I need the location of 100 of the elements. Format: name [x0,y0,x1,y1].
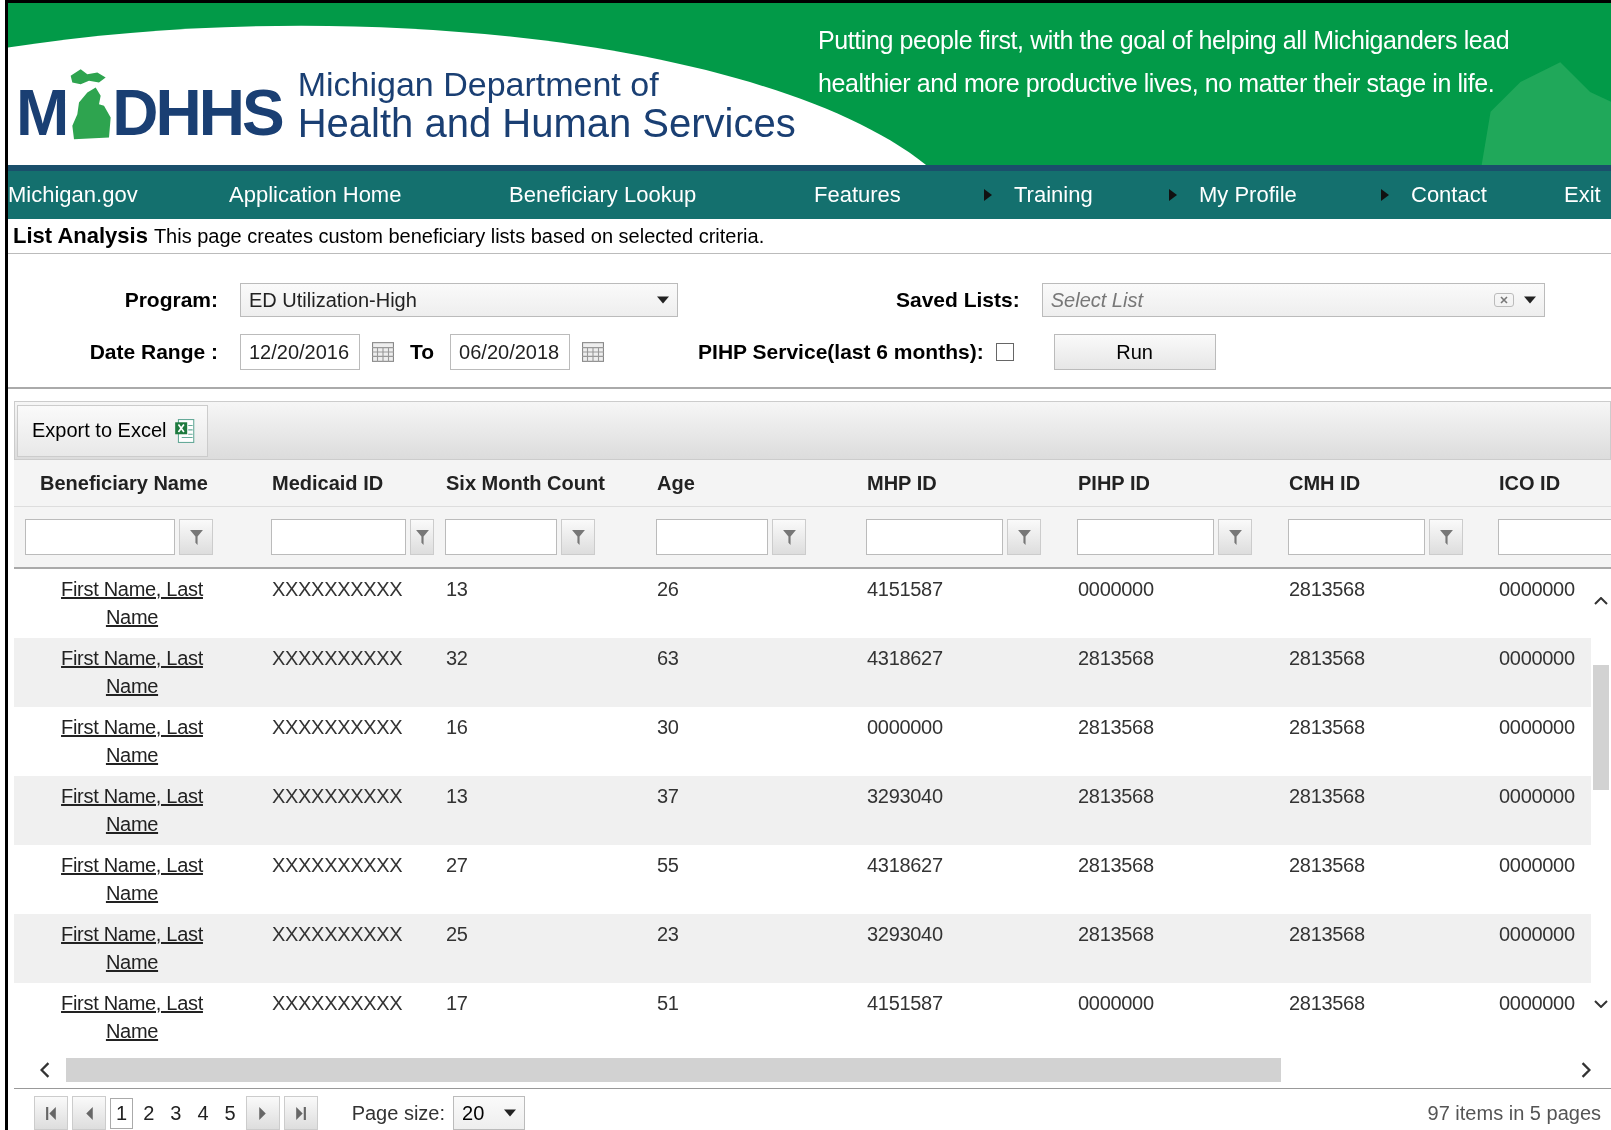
page-description: This page creates custom beneficiary lists based on selected criteria. [153,224,765,248]
next-page-button[interactable] [245,1096,280,1130]
scroll-thumb[interactable] [66,1058,1281,1082]
program-dropdown[interactable]: ED Utilization-High [240,283,678,317]
checkbox[interactable] [995,343,1014,361]
table-cell-text: 0000000 [1498,577,1576,602]
calendar-icon[interactable] [582,342,605,362]
filter-icon [1017,529,1031,545]
chevron-up-icon[interactable] [1594,597,1609,605]
table-cell-text: 13 [445,784,469,809]
beneficiary-link[interactable]: First Name, Last Name [14,920,260,976]
caret-icon [504,1109,516,1117]
filter-icon [1228,529,1242,545]
filter-field[interactable] [1077,519,1214,555]
logo-letters: DHHS [112,85,282,143]
chevron-right-icon[interactable] [1581,1062,1591,1078]
filter-button[interactable] [410,519,434,555]
column-header[interactable]: PIHP ID [1066,471,1277,495]
table-cell-text: 2813568 [1077,715,1155,740]
spreadsheet-icon [174,418,195,443]
filter-field[interactable] [1498,519,1611,555]
page-link[interactable]: 5 [218,1097,242,1129]
table-cell-text: 63 [656,646,680,671]
table-cell-text: 4151587 [866,991,944,1016]
filter-field[interactable] [271,519,406,555]
filter-button[interactable] [1007,519,1041,555]
filter-field[interactable] [1288,519,1425,555]
table-cell-text: 2813568 [1288,784,1366,809]
filter-field[interactable] [866,519,1003,555]
department-name: Health and Human Services [297,103,796,143]
beneficiary-link[interactable]: First Name, Last Name [14,575,260,631]
beneficiary-link[interactable]: First Name, Last Name [14,851,260,907]
filter-field[interactable] [25,519,175,555]
table-cell-text: 2813568 [1288,646,1366,671]
table-cell-text: XXXXXXXXXX [271,715,404,740]
nav-link[interactable]: Exit [1564,182,1601,208]
page-link[interactable]: 3 [164,1097,188,1129]
triangle-left-icon [83,1106,95,1120]
previous-page-button[interactable] [72,1096,106,1130]
column-header[interactable]: Medicaid ID [260,471,434,495]
nav-link[interactable]: Application Home [229,182,402,208]
beneficiary-link[interactable]: First Name, Last Name [14,989,260,1045]
page-size-dropdown[interactable]: 20 [453,1096,525,1130]
page-link[interactable]: 4 [191,1097,215,1129]
table-cell-text: 0000000 [1498,922,1576,947]
column-header[interactable]: Age [645,471,855,495]
calendar-icon[interactable] [372,342,394,362]
column-header[interactable]: Six Month Count [434,471,645,495]
page-title: List Analysis [13,223,148,249]
field-label: Date Range : [88,340,218,364]
filter-button[interactable] [1429,519,1463,555]
filter-button[interactable] [561,519,595,555]
caret-icon [1523,296,1536,304]
export-button[interactable]: Export to Excel [17,404,208,457]
column-header[interactable]: Beneficiary Name [14,471,260,495]
table-cell-text: 30 [656,715,680,740]
run-button[interactable]: Run [1053,334,1216,370]
last-page-button[interactable] [283,1096,318,1130]
scroll-thumb[interactable] [1593,665,1610,790]
nav-link[interactable]: Beneficiary Lookup [509,182,697,208]
date-field[interactable]: 12/20/2016 [240,334,360,370]
table-cell-text: 3293040 [866,922,944,947]
nav-link[interactable]: Training [1014,182,1093,208]
nav-link[interactable]: Contact [1411,182,1487,208]
field-label: Saved Lists: [896,288,1020,312]
table-cell-text: XXXXXXXXXX [271,646,404,671]
column-header[interactable]: CMH ID [1277,471,1487,495]
beneficiary-link[interactable]: First Name, Last Name [14,713,260,769]
filter-button[interactable] [772,519,806,555]
column-header[interactable]: ICO ID [1487,471,1587,495]
table-cell-text: 0000000 [1498,991,1576,1016]
page-size-label: Page size: [351,1101,445,1125]
nav-link[interactable]: Features [814,182,901,208]
filter-field[interactable] [656,519,768,555]
saved-lists-dropdown[interactable]: Select List [1041,283,1545,317]
beneficiary-link[interactable]: First Name, Last Name [14,782,260,838]
table-cell-text: 4151587 [866,577,944,602]
table-cell-text: 55 [656,853,680,878]
chevron-down-icon[interactable] [1594,1000,1609,1008]
table-cell-text: 51 [656,991,680,1016]
filter-icon [1439,529,1453,545]
filter-button[interactable] [1218,519,1252,555]
field-label: Program: [123,288,218,312]
beneficiary-link[interactable]: First Name, Last Name [14,644,260,700]
table-cell-text: 2813568 [1288,922,1366,947]
nav-link[interactable]: Michigan.gov [8,182,138,208]
page-link[interactable]: 2 [137,1097,161,1129]
chevron-left-icon[interactable] [40,1062,50,1078]
column-header[interactable]: MHP ID [855,471,1066,495]
page-link[interactable]: 1 [110,1097,134,1129]
filter-button[interactable] [179,519,213,555]
filter-field[interactable] [445,519,557,555]
date-field[interactable]: 06/20/2018 [450,334,571,370]
caret-icon [1169,189,1177,201]
clear-button[interactable] [1493,293,1514,307]
caret-icon [984,189,992,201]
table-cell-text: 37 [656,784,680,809]
nav-link[interactable]: My Profile [1199,182,1297,208]
first-page-button[interactable] [34,1096,68,1130]
table-cell-text: 26 [656,577,680,602]
